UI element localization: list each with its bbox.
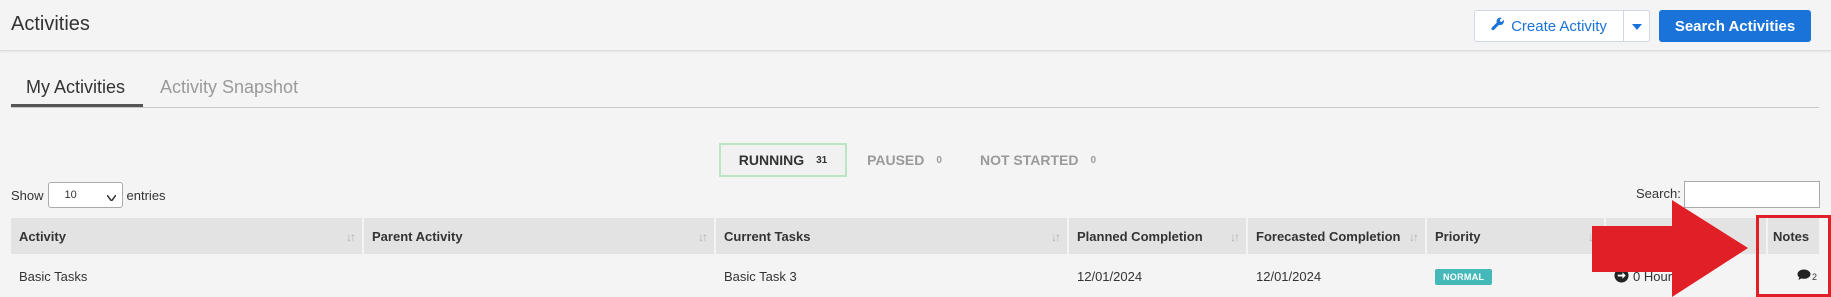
column-label: Forecasted Completion <box>1256 228 1401 244</box>
entries-label: entries <box>126 187 166 203</box>
status-count: 0 <box>936 154 942 166</box>
page-size-select[interactable]: 10 <box>47 182 123 208</box>
cell-current-tasks: Basic Task 3 <box>724 269 797 284</box>
status-count: 31 <box>816 154 828 166</box>
tab-my-activities[interactable]: My Activities <box>26 77 125 98</box>
activity-tabs: My Activities Activity Snapshot <box>11 70 1819 108</box>
column-label: Activity <box>19 228 66 244</box>
table-row[interactable]: Basic Tasks Basic Task 3 12/01/2024 12/0… <box>11 256 1819 297</box>
column-header-parent-activity[interactable]: Parent Activity ↓↑ <box>364 218 716 254</box>
status-tab-paused[interactable]: PAUSED 0 <box>848 143 961 177</box>
caret-down-icon <box>105 192 117 204</box>
create-activity-button[interactable]: Create Activity <box>1474 10 1624 42</box>
annotation-arrow-icon <box>1592 200 1748 297</box>
status-count: 0 <box>1090 154 1097 166</box>
column-label: Planned Completion <box>1077 228 1203 244</box>
page-title: Activities <box>11 13 90 35</box>
search-activities-button[interactable]: Search Activities <box>1659 10 1811 42</box>
search-label: Search: <box>1636 186 1681 201</box>
column-header-current-tasks[interactable]: Current Tasks ↓↑ <box>716 218 1069 254</box>
column-header-planned-completion[interactable]: Planned Completion ↓↑ <box>1069 218 1248 254</box>
column-label: Current Tasks <box>724 228 811 244</box>
annotation-highlight-box <box>1756 215 1831 297</box>
tab-activity-snapshot[interactable]: Activity Snapshot <box>160 77 298 98</box>
status-label: NOT STARTED <box>979 152 1079 168</box>
priority-badge: NORMAL <box>1435 268 1493 285</box>
show-label: Show <box>11 187 44 203</box>
sort-icon: ↓↑ <box>1051 230 1061 244</box>
status-tab-running[interactable]: RUNNING 31 <box>719 143 847 177</box>
create-activity-label: Create Activity <box>1511 17 1607 35</box>
column-header-priority[interactable]: Priority ↓↑ <box>1427 218 1606 254</box>
wrench-icon <box>1491 17 1505 35</box>
status-label: RUNNING <box>738 152 805 168</box>
status-tab-not-started[interactable]: NOT STARTED 0 <box>964 143 1112 177</box>
cell-parent-activity <box>364 256 372 297</box>
cell-planned-completion: 12/01/2024 <box>1077 269 1143 284</box>
page-size-value: 10 <box>64 189 77 201</box>
column-header-forecasted-completion[interactable]: Forecasted Completion ↓↑ <box>1248 218 1427 254</box>
column-label: Parent Activity <box>372 228 463 244</box>
column-header-activity[interactable]: Activity ↓↑ <box>11 218 364 254</box>
sort-icon: ↓↑ <box>1230 230 1240 244</box>
status-label: PAUSED <box>867 152 925 168</box>
column-label: Priority <box>1435 228 1481 244</box>
cell-forecasted-completion: 12/01/2024 <box>1256 269 1322 284</box>
caret-down-icon <box>1631 17 1642 35</box>
sort-icon: ↓↑ <box>346 230 356 244</box>
cell-activity[interactable]: Basic Tasks <box>11 256 87 297</box>
sort-icon: ↓↑ <box>1409 230 1419 244</box>
sort-icon: ↓↑ <box>698 230 708 244</box>
table-header: Activity ↓↑ Parent Activity ↓↑ Current T… <box>11 218 1819 254</box>
page-size-control: Show 10 entries <box>11 181 166 209</box>
active-tab-underline <box>11 104 143 107</box>
cell-priority: NORMAL <box>1427 256 1493 297</box>
top-bar: Activities Create Activity Search Activi… <box>0 0 1831 51</box>
create-activity-dropdown-toggle[interactable] <box>1624 10 1650 42</box>
